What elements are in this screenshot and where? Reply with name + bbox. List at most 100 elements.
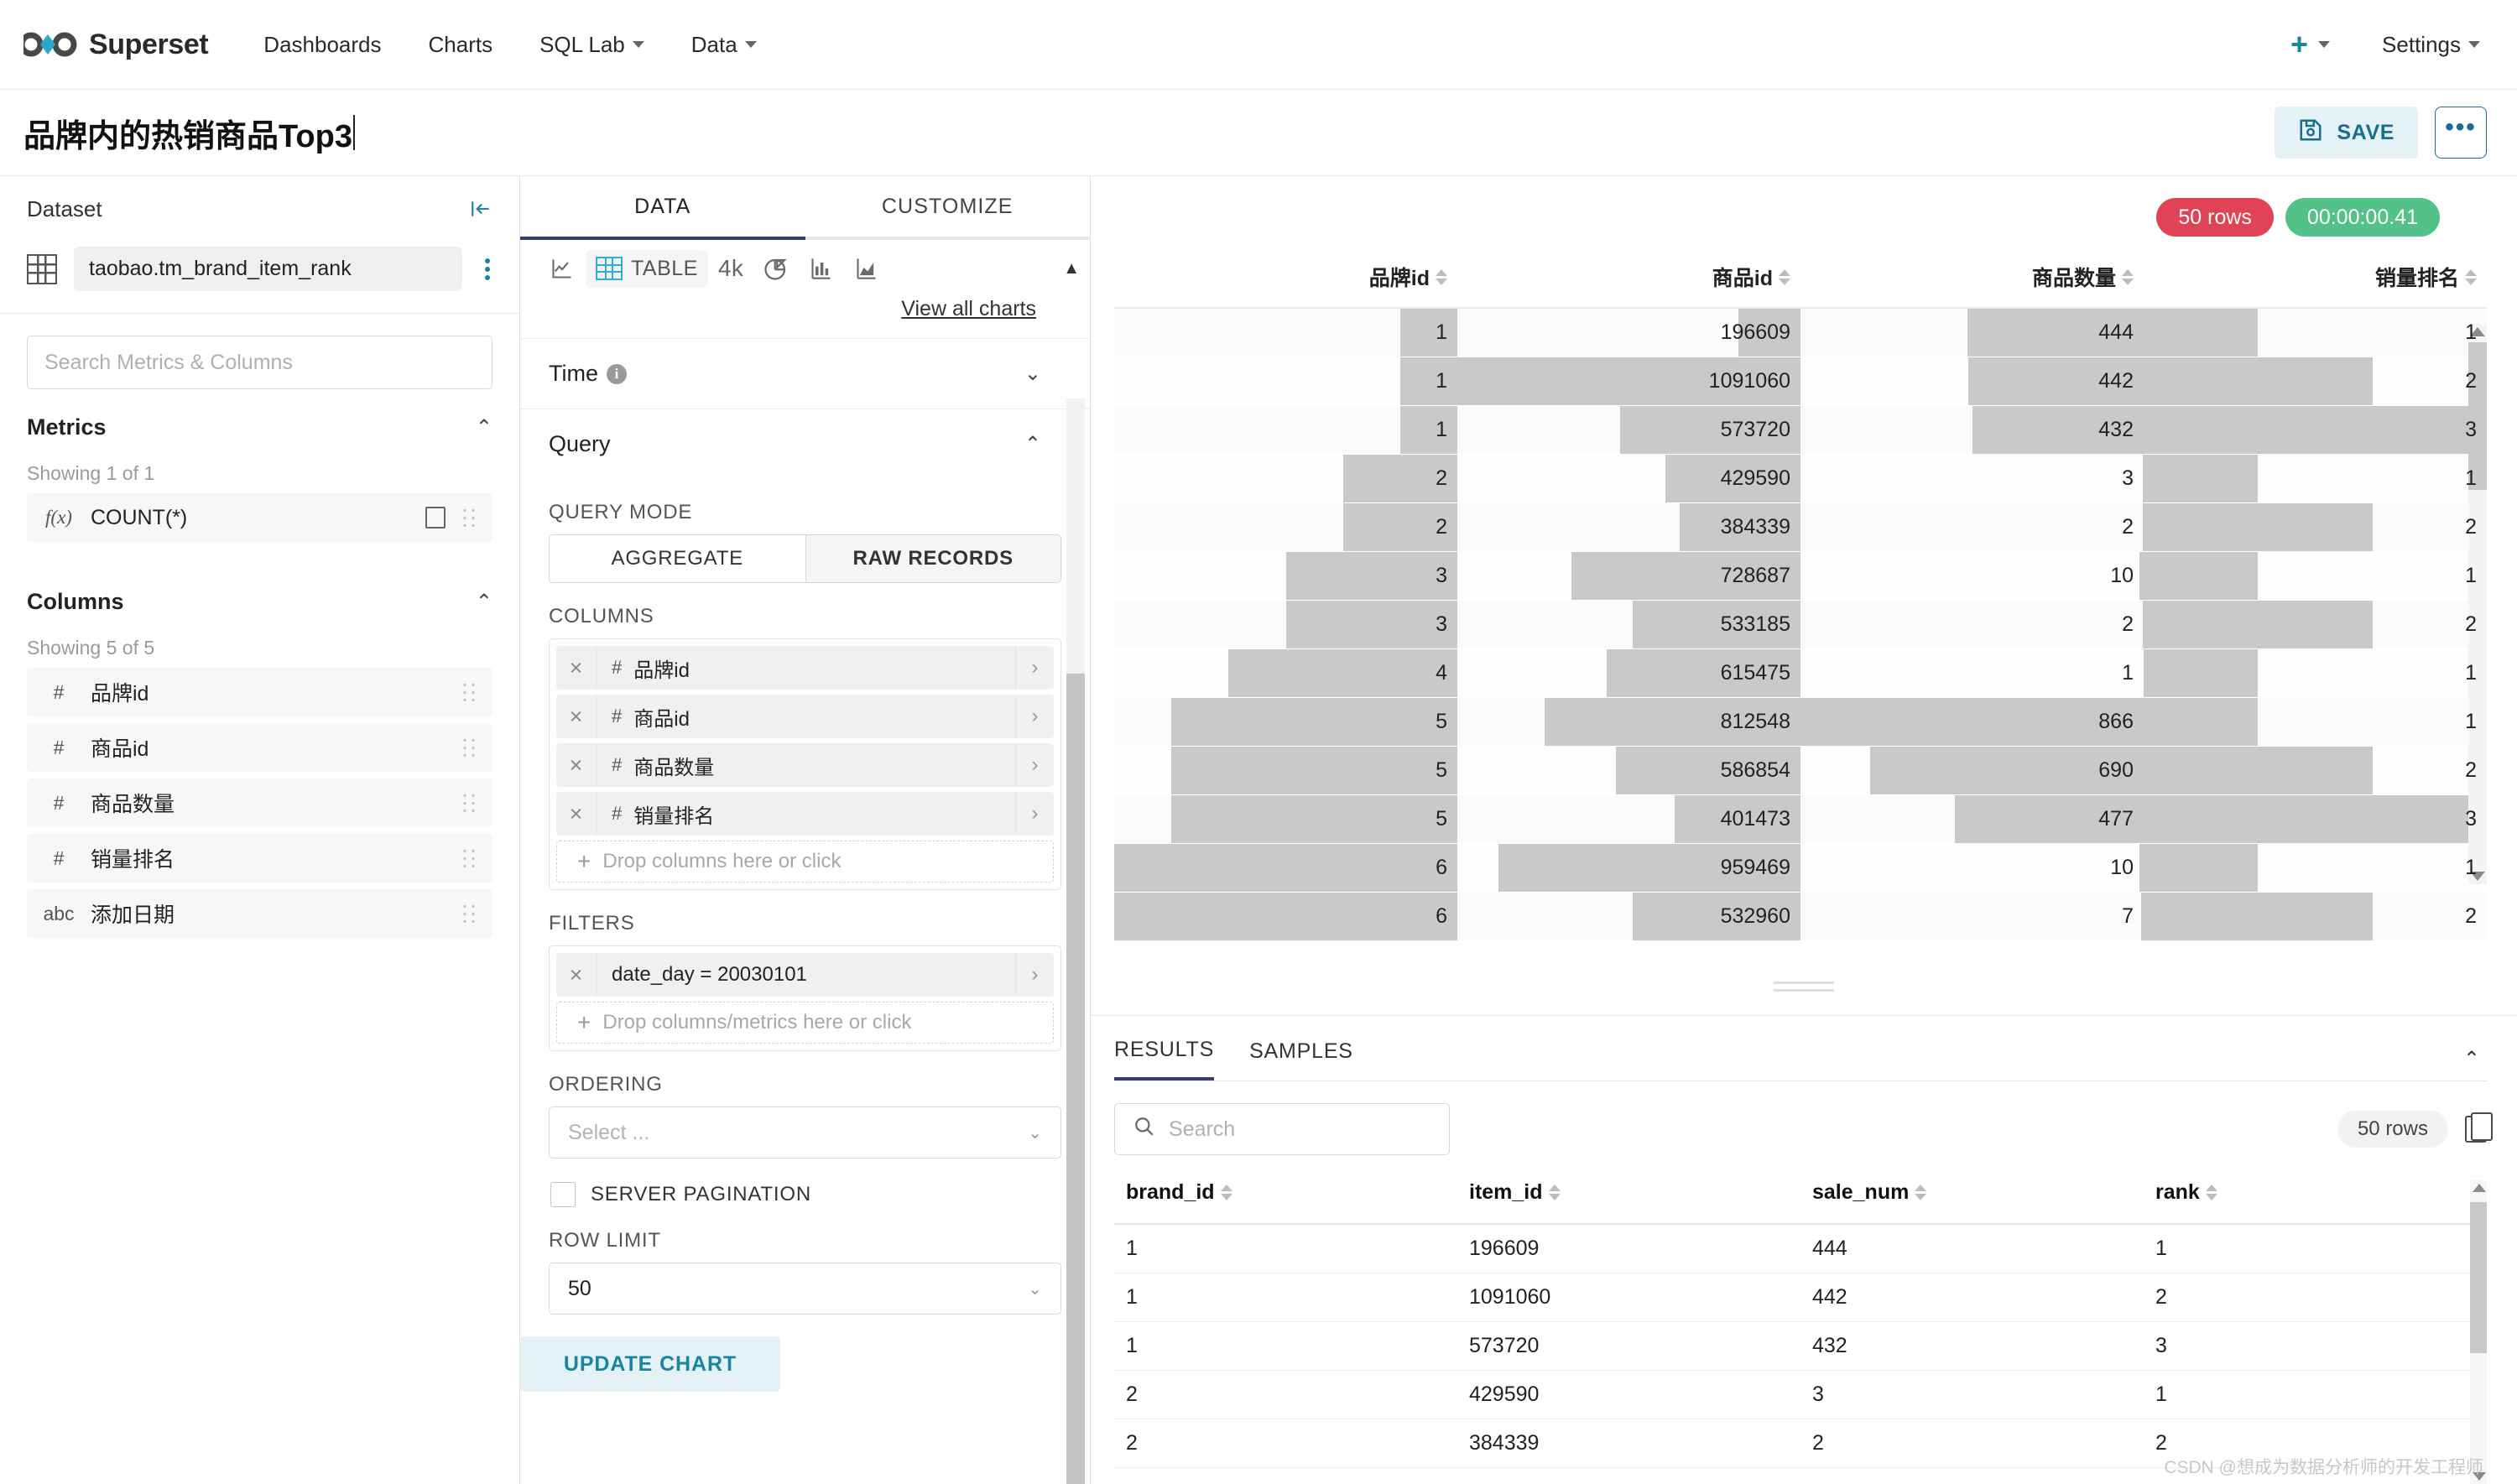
dataset-menu-icon[interactable] xyxy=(479,255,496,284)
viz-col-header-sale-num[interactable]: 商品数量 xyxy=(1800,250,2144,309)
results-col-header-rank[interactable]: rank xyxy=(2144,1180,2487,1225)
results-col-header-sale-num[interactable]: sale_num xyxy=(1800,1180,2144,1225)
remove-icon[interactable]: × xyxy=(556,646,597,690)
copy-icon[interactable] xyxy=(2465,1112,2493,1143)
viz-type-area[interactable] xyxy=(844,250,889,287)
cell-bar xyxy=(2144,502,2373,551)
ordering-select[interactable]: Select ... ⌄ xyxy=(549,1106,1061,1159)
nav-dashboards[interactable]: Dashboards xyxy=(240,32,404,58)
update-chart-button[interactable]: UPDATE CHART xyxy=(520,1336,780,1392)
chevron-right-icon[interactable]: › xyxy=(1015,953,1054,997)
chart-title-editable[interactable]: 品牌内的热销商品Top3 xyxy=(23,110,355,156)
results-table-cell: 3 xyxy=(2144,1321,2487,1371)
viz-type-line[interactable] xyxy=(539,250,586,287)
nav-data[interactable]: Data xyxy=(668,32,780,58)
server-pagination-row[interactable]: SERVER PAGINATION xyxy=(520,1159,1090,1207)
column-chip-rank[interactable]: × # 销量排名 › xyxy=(556,792,1054,836)
section-time[interactable]: Time i ⌄ xyxy=(520,338,1090,409)
column-item-brand-id[interactable]: # 品牌id xyxy=(27,668,492,716)
column-item-add-date[interactable]: abc 添加日期 xyxy=(27,889,492,938)
columns-drop-placeholder[interactable]: + Drop columns here or click xyxy=(556,841,1054,883)
metrics-section-header[interactable]: Metrics ⌃ xyxy=(0,389,519,450)
tab-results[interactable]: RESULTS xyxy=(1114,1038,1215,1080)
tab-customize[interactable]: CUSTOMIZE xyxy=(805,176,1091,237)
cell-value: 5 xyxy=(1436,806,1447,831)
chevron-right-icon[interactable]: › xyxy=(1015,743,1054,787)
remove-icon[interactable]: × xyxy=(556,743,597,787)
viz-col-label: 品牌id xyxy=(1368,267,1430,290)
results-scrollbar-thumb[interactable] xyxy=(2470,1202,2487,1353)
viz-col-header-item-id[interactable]: 商品id xyxy=(1457,250,1800,309)
server-pagination-checkbox[interactable] xyxy=(550,1182,576,1207)
columns-section-header[interactable]: Columns ⌃ xyxy=(0,549,519,625)
viz-type-pie[interactable] xyxy=(753,249,799,288)
column-chip-brand-id[interactable]: × # 品牌id › xyxy=(556,646,1054,690)
results-col-label: sale_num xyxy=(1812,1180,1910,1204)
drag-handle-icon[interactable] xyxy=(461,507,477,529)
viz-type-table[interactable]: TABLE xyxy=(586,249,708,288)
column-chip-sale-num[interactable]: × # 商品数量 › xyxy=(556,743,1054,787)
row-limit-select[interactable]: 50 ⌄ xyxy=(549,1263,1061,1315)
viz-table-wrapper: 品牌id 商品id 商品数量 销量排名 1 196609 444 1 1 109… xyxy=(1114,250,2487,950)
view-all-charts-link[interactable]: View all charts xyxy=(520,292,1090,338)
chevron-right-icon[interactable]: › xyxy=(1015,695,1054,738)
filters-drop-placeholder[interactable]: + Drop columns/metrics here or click xyxy=(556,1002,1054,1044)
chevron-down-icon xyxy=(2468,41,2480,48)
viz-type-big-number[interactable]: 4k xyxy=(708,248,754,289)
sort-icon xyxy=(2122,268,2134,285)
results-table-cell: 2 xyxy=(1114,1419,1457,1468)
results-search-input[interactable]: Search xyxy=(1114,1103,1450,1155)
drag-handle-icon[interactable] xyxy=(461,903,477,924)
metric-item-count[interactable]: f(x) COUNT(*) xyxy=(27,493,492,542)
brand-home-link[interactable]: Superset xyxy=(18,28,209,61)
search-metrics-columns-input[interactable]: Search Metrics & Columns xyxy=(27,336,492,389)
column-item-item-id[interactable]: # 商品id xyxy=(27,723,492,772)
query-mode-raw-records[interactable]: RAW RECORDS xyxy=(805,535,1060,582)
cell-value: 586854 xyxy=(1720,758,1790,782)
results-table-cell: 444 xyxy=(1800,1224,2144,1273)
drag-handle-icon[interactable] xyxy=(461,847,477,869)
drag-handle-icon[interactable] xyxy=(461,681,477,703)
dataset-name[interactable]: taobao.tm_brand_item_rank xyxy=(74,247,462,291)
viz-type-bar[interactable] xyxy=(799,250,844,287)
drag-handle-icon[interactable] xyxy=(461,737,477,758)
cell-value: 3 xyxy=(2122,466,2134,490)
settings-menu-button[interactable]: Settings xyxy=(2358,32,2480,58)
cell-bar xyxy=(1114,843,1457,892)
tab-data[interactable]: DATA xyxy=(520,176,805,237)
remove-icon[interactable]: × xyxy=(556,792,597,836)
viz-col-header-brand-id[interactable]: 品牌id xyxy=(1114,250,1457,309)
cell-bar xyxy=(1171,746,1457,794)
chevron-right-icon[interactable]: › xyxy=(1015,792,1054,836)
results-col-header-brand-id[interactable]: brand_id xyxy=(1114,1180,1457,1225)
filter-chip-date-day[interactable]: × date_day = 20030101 › xyxy=(556,953,1054,997)
save-button[interactable]: SAVE xyxy=(2275,107,2418,159)
collapse-panel-icon[interactable] xyxy=(469,198,492,220)
chevron-right-icon[interactable]: › xyxy=(1015,646,1054,690)
remove-icon[interactable]: × xyxy=(556,695,597,738)
new-menu-button[interactable]: + xyxy=(2290,29,2331,60)
remove-icon[interactable]: × xyxy=(556,953,597,997)
cell-value: 812548 xyxy=(1720,709,1790,733)
drag-handle-icon[interactable] xyxy=(461,792,477,814)
collapse-viz-picker-icon[interactable]: ▲ xyxy=(1063,259,1080,279)
nav-charts[interactable]: Charts xyxy=(405,32,517,58)
scroll-up-arrow-icon[interactable] xyxy=(2473,1184,2486,1192)
query-mode-aggregate[interactable]: AGGREGATE xyxy=(550,535,805,582)
nav-sql-lab[interactable]: SQL Lab xyxy=(516,32,668,58)
column-item-sale-num[interactable]: # 商品数量 xyxy=(27,778,492,827)
section-query[interactable]: Query ⌃ xyxy=(520,409,1090,479)
panel-resize-handle[interactable] xyxy=(1774,976,1834,997)
column-chip-item-id[interactable]: × # 商品id › xyxy=(556,695,1054,738)
filters-dropzone[interactable]: × date_day = 20030101 › + Drop columns/m… xyxy=(549,945,1061,1051)
column-item-rank[interactable]: # 销量排名 xyxy=(27,834,492,883)
more-options-button[interactable]: ••• xyxy=(2435,107,2487,159)
results-col-header-item-id[interactable]: item_id xyxy=(1457,1180,1800,1225)
columns-dropzone[interactable]: × # 品牌id › × # 商品id › × # 商品数量 › × # 销量排… xyxy=(549,638,1061,890)
viz-table-cell: 866 xyxy=(1800,697,2144,747)
info-icon[interactable]: i xyxy=(607,363,627,384)
collapse-results-icon[interactable]: ⌃ xyxy=(2463,1047,2487,1071)
viz-col-header-rank[interactable]: 销量排名 xyxy=(2144,250,2487,309)
tab-samples[interactable]: SAMPLES xyxy=(1249,1039,1353,1079)
control-panel-scrollbar-thumb[interactable] xyxy=(1066,674,1085,1484)
